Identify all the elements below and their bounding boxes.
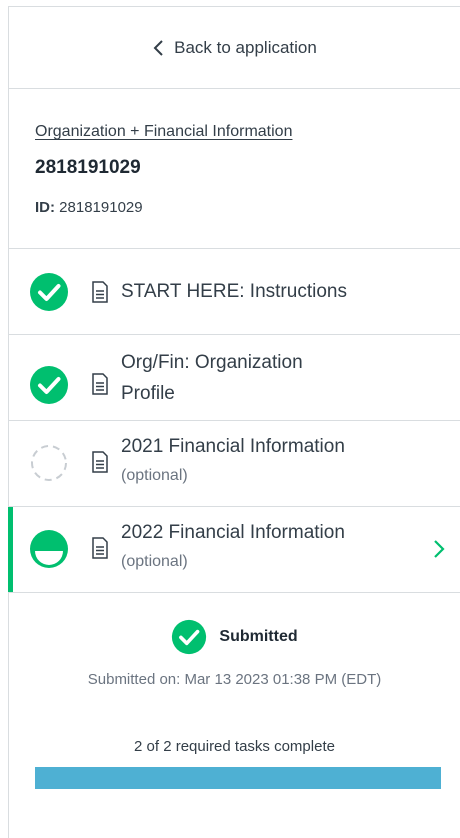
task-subtitle: (optional) (121, 467, 188, 484)
check-circle-icon (30, 366, 68, 404)
task-item-instructions[interactable]: START HERE: Instructions (9, 249, 460, 335)
document-icon (92, 451, 108, 473)
submitted-label: Submitted (219, 628, 298, 645)
id-value: 2818191029 (59, 199, 143, 216)
task-item-2022-financial[interactable]: 2022 Financial Information (optional) (8, 507, 460, 593)
document-icon (92, 373, 108, 395)
dashed-circle-icon (31, 445, 67, 481)
task-text: START HERE: Instructions (121, 276, 347, 307)
submitted-date: Submitted on: Mar 13 2023 01:38 PM (EDT) (87, 671, 382, 688)
progress-label: 2 of 2 required tasks complete (134, 738, 335, 755)
check-circle-icon (172, 619, 207, 655)
progress-bar (35, 767, 441, 789)
task-title: 2021 Financial Information (121, 436, 345, 457)
document-icon (92, 280, 108, 303)
task-text: 2022 Financial Information (optional) (121, 517, 345, 576)
task-subtitle: (optional) (121, 553, 188, 570)
progress-fill (35, 767, 441, 789)
task-title: 2022 Financial Information (121, 522, 345, 543)
task-text: Org/Fin: Organization Profile (121, 347, 351, 409)
task-text: 2021 Financial Information (optional) (121, 431, 345, 490)
submission-status: Submitted Submitted on: Mar 13 2023 01:3… (9, 593, 460, 688)
back-label: Back to application (174, 37, 317, 57)
half-circle-icon (30, 530, 68, 568)
chevron-left-icon (153, 39, 163, 56)
task-panel: Back to application Organization + Finan… (8, 6, 460, 838)
check-circle-icon (30, 272, 68, 311)
id-label: ID: (35, 199, 55, 216)
task-title: START HERE: Instructions (121, 281, 347, 302)
task-item-2021-financial[interactable]: 2021 Financial Information (optional) (9, 421, 460, 507)
chevron-right-icon (434, 540, 445, 558)
section-link[interactable]: Organization + Financial Information (35, 123, 292, 141)
document-icon (92, 537, 108, 559)
task-title: Org/Fin: Organization Profile (121, 352, 303, 404)
organization-id: ID: 2818191029 (35, 199, 460, 216)
back-to-application-button[interactable]: Back to application (9, 7, 460, 89)
task-item-organization-profile[interactable]: Org/Fin: Organization Profile (9, 335, 460, 421)
submitted-row: Submitted (9, 619, 460, 655)
organization-name: 2818191029 (35, 157, 141, 178)
organization-header: Organization + Financial Information 281… (9, 89, 460, 249)
